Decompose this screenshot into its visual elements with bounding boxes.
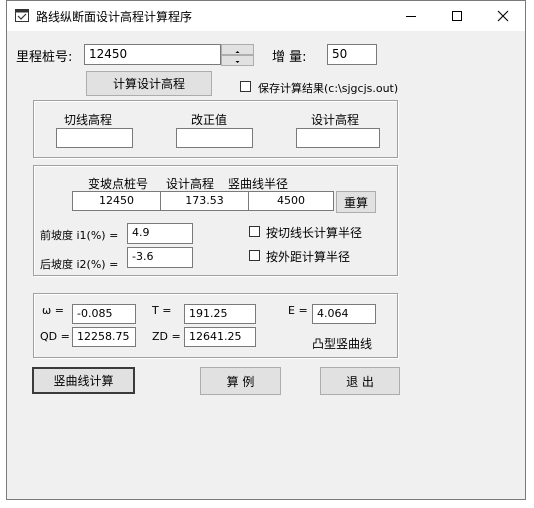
front-grade-label: 前坡度 i1(%) = (40, 229, 119, 242)
qd-output[interactable]: 12258.75 (72, 327, 136, 347)
recalculate-button[interactable]: 重算 (336, 191, 376, 213)
close-button[interactable] (480, 1, 526, 31)
front-grade-input[interactable]: 4.9 (127, 223, 193, 244)
design-elevation-header: 设计高程 (166, 177, 215, 191)
curve-radius-cell[interactable]: 4500 (248, 191, 334, 211)
example-button[interactable]: 算 例 (200, 367, 281, 395)
station-spin-up[interactable] (221, 44, 254, 55)
increment-input[interactable]: 50 (327, 44, 377, 65)
exit-button[interactable]: 退 出 (320, 367, 400, 395)
app-icon (15, 9, 29, 22)
design-elevation-label: 设计高程 (311, 113, 360, 127)
maximize-icon (452, 11, 462, 21)
tangent-elevation-label: 切线高程 (64, 113, 113, 127)
omega-output[interactable]: -0.085 (72, 304, 136, 324)
station-spin-down[interactable] (221, 55, 254, 66)
back-grade-input[interactable]: -3.6 (127, 247, 193, 268)
zd-output[interactable]: 12641.25 (184, 327, 256, 347)
omega-label: ω = (42, 304, 64, 317)
e-output[interactable]: 4.064 (312, 304, 376, 324)
grade-station-header: 变坡点桩号 (88, 177, 149, 191)
back-grade-label: 后坡度 i2(%) = (40, 258, 119, 271)
minimize-button[interactable] (388, 1, 434, 31)
curve-radius-header: 竖曲线半径 (228, 177, 289, 191)
design-elevation-cell[interactable]: 173.53 (160, 191, 249, 211)
by-external-checkbox[interactable] (249, 250, 260, 261)
tangent-elevation-input[interactable] (56, 128, 133, 148)
increment-label: 增 量: (272, 50, 307, 65)
e-label: E = (288, 304, 308, 317)
close-icon (497, 10, 509, 22)
by-tangent-label: 按切线长计算半径 (266, 226, 363, 240)
grade-station-cell[interactable]: 12450 (72, 191, 161, 211)
by-external-label: 按外距计算半径 (266, 250, 351, 264)
correction-input[interactable] (176, 128, 253, 148)
by-tangent-checkbox[interactable] (249, 226, 260, 237)
zd-label: ZD = (152, 330, 181, 343)
calc-elevation-button[interactable]: 计算设计高程 (86, 71, 212, 96)
maximize-button[interactable] (434, 1, 480, 31)
qd-label: QD = (40, 330, 70, 343)
curve-type-label: 凸型竖曲线 (312, 337, 373, 351)
station-input[interactable]: 12450 (84, 44, 221, 65)
save-results-checkbox[interactable] (240, 81, 251, 92)
save-results-label: 保存计算结果(c:\sjgcjs.out) (258, 82, 399, 95)
window-title: 路线纵断面设计高程计算程序 (36, 10, 193, 24)
correction-label: 改正值 (191, 113, 228, 127)
t-output[interactable]: 191.25 (184, 304, 256, 324)
vertical-curve-calc-button[interactable]: 竖曲线计算 (32, 367, 135, 394)
minimize-icon (406, 16, 416, 17)
design-elevation-input[interactable] (296, 128, 380, 148)
station-label: 里程桩号: (16, 50, 73, 65)
t-label: T = (152, 304, 172, 317)
spin-down-icon (235, 61, 240, 63)
